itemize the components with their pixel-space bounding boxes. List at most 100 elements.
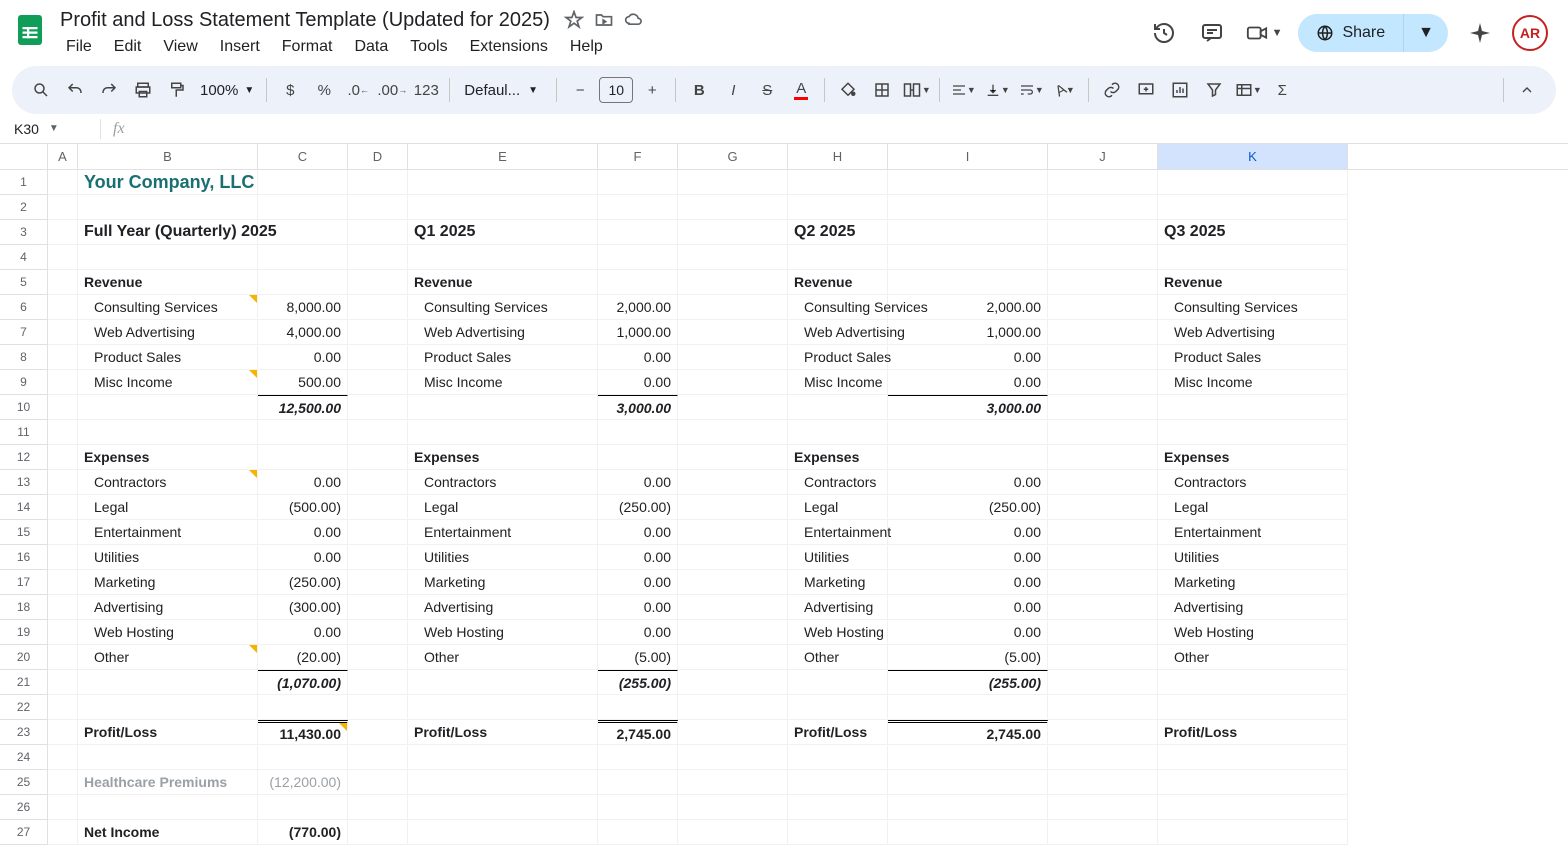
cell[interactable]: Web Advertising [788, 320, 888, 345]
cell[interactable]: (250.00) [258, 570, 348, 595]
cell[interactable] [1048, 395, 1158, 420]
cell[interactable] [48, 420, 78, 445]
cell[interactable]: Product Sales [408, 345, 598, 370]
cell[interactable]: Advertising [788, 595, 888, 620]
cell[interactable]: (300.00) [258, 595, 348, 620]
col-header-J[interactable]: J [1048, 144, 1158, 169]
cell[interactable] [348, 470, 408, 495]
cell[interactable]: 0.00 [888, 470, 1048, 495]
cell[interactable] [1048, 195, 1158, 220]
cell[interactable] [408, 420, 598, 445]
cell[interactable] [348, 395, 408, 420]
cell[interactable] [678, 645, 788, 670]
cell[interactable] [888, 170, 1048, 195]
cell[interactable]: Entertainment [1158, 520, 1348, 545]
cell[interactable]: Advertising [1158, 595, 1348, 620]
cell[interactable]: Profit/Loss [78, 720, 258, 745]
cell[interactable] [348, 520, 408, 545]
cell[interactable] [1048, 695, 1158, 720]
cell[interactable]: Web Hosting [788, 620, 888, 645]
row-header-20[interactable]: 20 [0, 645, 48, 670]
cell[interactable] [48, 695, 78, 720]
cell[interactable] [678, 320, 788, 345]
row-header-10[interactable]: 10 [0, 395, 48, 420]
cell[interactable] [1158, 770, 1348, 795]
cell[interactable] [348, 370, 408, 395]
cell[interactable]: Profit/Loss [788, 720, 888, 745]
cell[interactable] [48, 270, 78, 295]
cell[interactable]: 0.00 [258, 545, 348, 570]
cell[interactable] [408, 820, 598, 845]
cell[interactable] [678, 370, 788, 395]
cell[interactable]: 3,000.00 [598, 395, 678, 420]
cell[interactable]: Entertainment [408, 520, 598, 545]
cell[interactable]: (250.00) [888, 495, 1048, 520]
cell[interactable] [1048, 445, 1158, 470]
cell[interactable] [48, 620, 78, 645]
cell[interactable]: (255.00) [598, 670, 678, 695]
cell[interactable] [888, 795, 1048, 820]
cell[interactable]: Expenses [408, 445, 598, 470]
insert-link-icon[interactable] [1097, 74, 1127, 106]
cell[interactable] [78, 245, 258, 270]
row-header-27[interactable]: 27 [0, 820, 48, 845]
collapse-toolbar-icon[interactable] [1512, 74, 1542, 106]
menu-edit[interactable]: Edit [104, 34, 152, 60]
cell[interactable] [678, 220, 788, 245]
move-folder-icon[interactable] [594, 10, 614, 30]
cell[interactable] [48, 345, 78, 370]
cell[interactable] [348, 420, 408, 445]
cell[interactable] [598, 795, 678, 820]
cell[interactable]: 0.00 [258, 520, 348, 545]
cell[interactable]: 4,000.00 [258, 320, 348, 345]
cell[interactable] [348, 345, 408, 370]
cell[interactable]: Q1 2025 [408, 220, 598, 245]
cell[interactable] [1158, 420, 1348, 445]
col-header-F[interactable]: F [598, 144, 678, 169]
cell[interactable] [678, 695, 788, 720]
cell[interactable]: Web Hosting [1158, 620, 1348, 645]
italic-icon[interactable]: I [718, 74, 748, 106]
cell[interactable] [408, 670, 598, 695]
row-header-6[interactable]: 6 [0, 295, 48, 320]
cell[interactable] [48, 670, 78, 695]
font-size-input[interactable]: 10 [599, 77, 633, 103]
cell[interactable] [1048, 420, 1158, 445]
cell[interactable] [348, 295, 408, 320]
cell[interactable]: Web Hosting [408, 620, 598, 645]
cell[interactable] [348, 170, 408, 195]
cell[interactable] [48, 245, 78, 270]
cell[interactable]: 0.00 [598, 545, 678, 570]
menu-data[interactable]: Data [344, 34, 398, 60]
cell[interactable] [678, 245, 788, 270]
cell[interactable] [888, 195, 1048, 220]
cell[interactable] [888, 695, 1048, 720]
cell[interactable]: 2,745.00 [888, 720, 1048, 745]
cell[interactable] [1048, 320, 1158, 345]
cell[interactable] [48, 495, 78, 520]
cell[interactable] [408, 245, 598, 270]
cell[interactable]: 0.00 [258, 620, 348, 645]
cell[interactable]: Other [788, 645, 888, 670]
cell[interactable]: Misc Income [788, 370, 888, 395]
cell[interactable]: Expenses [78, 445, 258, 470]
cell[interactable]: Utilities [408, 545, 598, 570]
cell[interactable] [888, 245, 1048, 270]
cell[interactable] [48, 570, 78, 595]
cell[interactable] [598, 270, 678, 295]
cell[interactable]: Web Hosting [78, 620, 258, 645]
table-view-icon[interactable]: ▼ [1233, 74, 1263, 106]
cell[interactable]: 0.00 [598, 370, 678, 395]
fill-color-icon[interactable] [833, 74, 863, 106]
row-header-17[interactable]: 17 [0, 570, 48, 595]
cell[interactable] [48, 595, 78, 620]
row-header-24[interactable]: 24 [0, 745, 48, 770]
cell[interactable] [678, 570, 788, 595]
cell[interactable] [48, 720, 78, 745]
cell[interactable]: Consulting Services [78, 295, 258, 320]
select-all-corner[interactable] [0, 144, 48, 169]
cell[interactable] [788, 820, 888, 845]
cell[interactable] [1158, 395, 1348, 420]
row-header-12[interactable]: 12 [0, 445, 48, 470]
cell[interactable]: (255.00) [888, 670, 1048, 695]
